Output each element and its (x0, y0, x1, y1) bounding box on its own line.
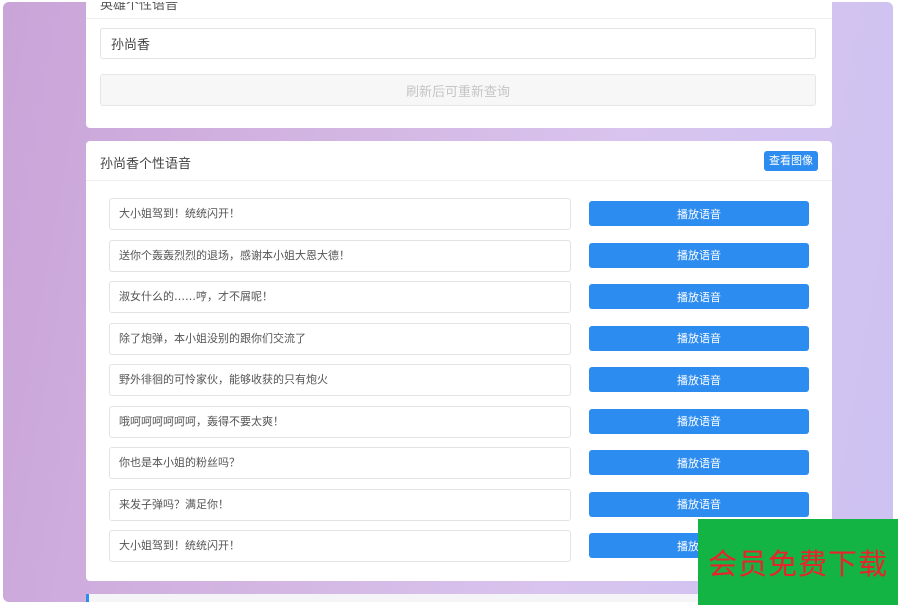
play-voice-button[interactable]: 播放语音 (589, 491, 809, 517)
play-voice-button[interactable]: 播放语音 (589, 242, 809, 268)
vip-download-banner[interactable]: 会员免费下载 (698, 519, 898, 605)
voice-text: 野外徘徊的可怜家伙，能够收获的只有炮火 (109, 364, 571, 396)
voice-text: 大小姐驾到！统统闪开！ (109, 530, 571, 562)
voice-card-title: 孙尚香个性语音 (100, 157, 192, 172)
voice-text: 你也是本小姐的粉丝吗？ (109, 447, 571, 479)
play-voice-button[interactable]: 播放语音 (589, 284, 809, 309)
play-voice-button[interactable]: 播放语音 (589, 450, 809, 475)
divider (86, 180, 832, 181)
refresh-button[interactable]: 刷新后可重新查询 (100, 74, 816, 106)
play-voice-button[interactable]: 播放语音 (589, 325, 809, 351)
voice-text: 送你个轰轰烈烈的退场，感谢本小姐大恩大德！ (109, 239, 571, 272)
voice-text: 大小姐驾到！统统闪开！ (109, 198, 571, 230)
hero-name-input[interactable] (100, 28, 816, 59)
play-voice-button[interactable]: 播放语音 (589, 408, 809, 434)
voice-card: 孙尚香个性语音 查看图像 大小姐驾到！统统闪开！ 播放语音 送你个轰轰烈烈的退场… (86, 141, 832, 581)
voice-list: 大小姐驾到！统统闪开！ 播放语音 送你个轰轰烈烈的退场，感谢本小姐大恩大德！ 播… (109, 198, 809, 572)
voice-row: 来发子弹吗？满足你！ 播放语音 (109, 488, 809, 522)
play-voice-button[interactable]: 播放语音 (589, 201, 809, 226)
view-image-button[interactable]: 查看图像 (764, 151, 818, 171)
query-card-heading: 英雄个性语音 (100, 2, 179, 13)
divider (86, 18, 832, 19)
voice-text: 来发子弹吗？满足你！ (109, 488, 571, 521)
voice-text: 淑女什么的……哼，才不屑呢！ (109, 281, 571, 313)
voice-row: 你也是本小姐的粉丝吗？ 播放语音 (109, 447, 809, 480)
voice-row: 淑女什么的……哼，才不屑呢！ 播放语音 (109, 281, 809, 314)
voice-row: 大小姐驾到！统统闪开！ 播放语音 (109, 198, 809, 231)
voice-text: 哦呵呵呵呵呵呵，轰得不要太爽！ (109, 405, 571, 438)
query-card: 英雄个性语音 刷新后可重新查询 (86, 2, 832, 128)
voice-row: 野外徘徊的可怜家伙，能够收获的只有炮火 播放语音 (109, 364, 809, 397)
voice-row: 送你个轰轰烈烈的退场，感谢本小姐大恩大德！ 播放语音 (109, 239, 809, 273)
voice-row: 除了炮弹，本小姐没别的跟你们交流了 播放语音 (109, 322, 809, 356)
voice-text: 除了炮弹，本小姐没别的跟你们交流了 (109, 322, 571, 355)
app-background: 英雄个性语音 刷新后可重新查询 孙尚香个性语音 查看图像 大小姐驾到！统统闪开！… (3, 2, 893, 602)
play-voice-button[interactable]: 播放语音 (589, 367, 809, 392)
voice-row: 哦呵呵呵呵呵呵，轰得不要太爽！ 播放语音 (109, 405, 809, 439)
